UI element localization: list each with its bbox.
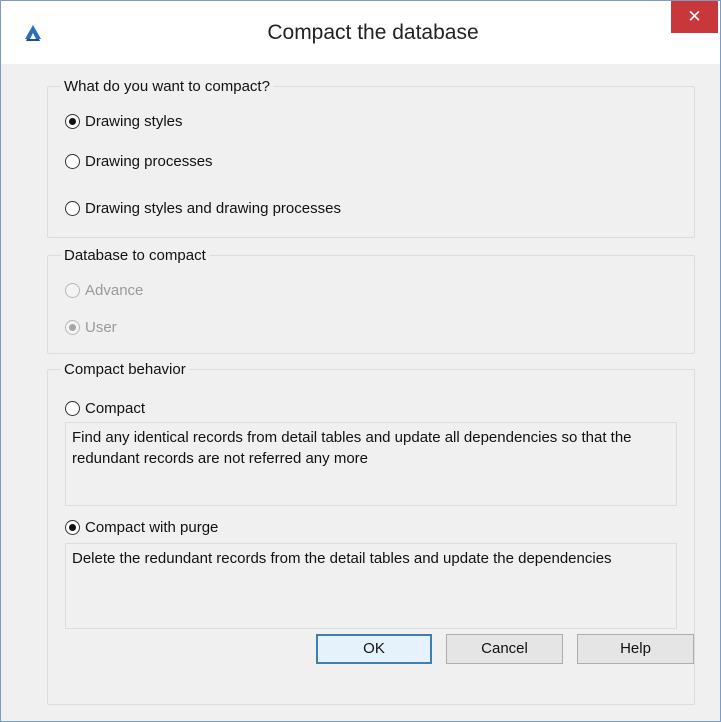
compact-database-dialog: Compact the database ✕ What do you want … xyxy=(0,0,721,722)
radio-label: Drawing styles xyxy=(85,113,183,130)
dialog-content: What do you want to compact? Drawing sty… xyxy=(1,64,720,721)
close-button[interactable]: ✕ xyxy=(671,1,718,33)
radio-drawing-processes[interactable]: Drawing processes xyxy=(65,153,213,170)
compact-behavior-legend: Compact behavior xyxy=(64,361,186,378)
radio-label: Drawing styles and drawing processes xyxy=(85,200,341,217)
compact-what-legend: What do you want to compact? xyxy=(64,78,270,95)
window-title: Compact the database xyxy=(267,21,479,44)
compact-description: Find any identical records from detail t… xyxy=(65,422,677,506)
radio-user: User xyxy=(65,319,117,336)
radio-compact-with-purge[interactable]: Compact with purge xyxy=(65,519,218,536)
help-button[interactable]: Help xyxy=(577,634,694,664)
radio-label: User xyxy=(85,319,117,336)
radio-label: Compact xyxy=(85,400,146,417)
cancel-button[interactable]: Cancel xyxy=(446,634,563,664)
radio-drawing-styles[interactable]: Drawing styles xyxy=(65,113,183,130)
database-group: Database to compact xyxy=(47,247,695,354)
radio-advance: Advance xyxy=(65,282,143,299)
title-bar: Compact the database ✕ xyxy=(1,1,720,64)
radio-button-selected[interactable] xyxy=(65,520,80,535)
compact-purge-description: Delete the redundant records from the de… xyxy=(65,543,677,629)
database-legend: Database to compact xyxy=(64,247,206,264)
ok-button[interactable]: OK xyxy=(316,634,432,664)
radio-drawing-styles-and-processes[interactable]: Drawing styles and drawing processes xyxy=(65,200,341,217)
radio-button[interactable] xyxy=(65,201,80,216)
radio-label: Drawing processes xyxy=(85,153,213,170)
radio-label: Compact with purge xyxy=(85,519,219,536)
radio-button-disabled-selected xyxy=(65,320,80,335)
radio-label: Advance xyxy=(85,282,144,299)
radio-compact[interactable]: Compact xyxy=(65,400,145,417)
radio-button[interactable] xyxy=(65,154,80,169)
radio-button-disabled xyxy=(65,283,80,298)
radio-button[interactable] xyxy=(65,401,80,416)
radio-button-selected[interactable] xyxy=(65,114,80,129)
